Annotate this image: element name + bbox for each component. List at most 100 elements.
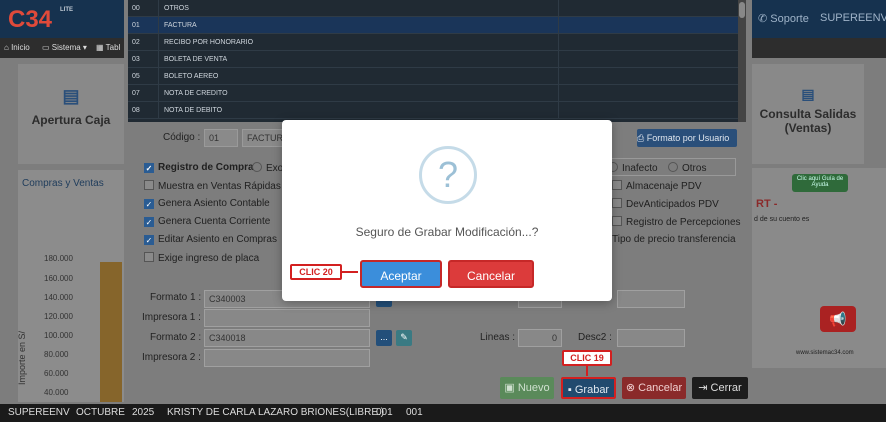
status-footer: SUPEREENV OCTUBRE 2025 KRISTY DE CARLA L… xyxy=(0,404,886,422)
chart-ylabel: Importe en S/ xyxy=(17,330,27,385)
save-icon: ▪ xyxy=(567,384,575,396)
codigo-input[interactable]: 01 xyxy=(204,129,238,147)
button-label: Formato por Usuario xyxy=(646,133,730,143)
aceptar-button[interactable]: Aceptar xyxy=(360,260,442,288)
help-guide-badge[interactable]: Clic aquí Guía de Ayuda xyxy=(792,174,848,192)
footer-branch1: 001 xyxy=(376,407,393,418)
menu-item-sistema[interactable]: ▭ Sistema ▾ xyxy=(42,43,87,52)
cancelar-form-button[interactable]: ⊗ Cancelar xyxy=(622,377,686,399)
registro-compra-checkbox[interactable]: ✓ Registro de Compra xyxy=(144,162,254,173)
home-icon: ⌂ xyxy=(4,43,12,52)
formato2-browse-button[interactable]: ... xyxy=(376,330,392,346)
promo-text: d de su cuento es xyxy=(754,216,810,223)
ytick: 80.000 xyxy=(44,350,69,359)
row-code: 08 xyxy=(132,107,140,114)
list-item[interactable]: 03 BOLETA DE VENTA xyxy=(128,51,738,68)
list-item[interactable]: 05 BOLETO AEREO xyxy=(128,68,738,85)
hidden-field-far-right[interactable] xyxy=(617,290,685,308)
otros-radio[interactable]: Otros xyxy=(668,162,706,174)
formato2-edit-button[interactable]: ✎ xyxy=(396,330,412,346)
cerrar-button[interactable]: ⇥ Cerrar xyxy=(692,377,748,399)
dev-anticipados-checkbox[interactable]: DevAnticipados PDV xyxy=(612,198,719,210)
lineas-input[interactable]: 0 xyxy=(518,329,562,347)
checkbox-label: Genera Asiento Contable xyxy=(158,198,270,209)
menu-label: Tabl xyxy=(105,43,121,52)
ytick: 180.000 xyxy=(44,254,73,263)
list-item[interactable]: 00 OTROS xyxy=(128,0,738,17)
genera-asiento-checkbox[interactable]: ✓ Genera Asiento Contable xyxy=(144,198,270,209)
lineas-label: Lineas : xyxy=(480,332,516,343)
radio-label: Otros xyxy=(682,163,707,174)
checkbox-label: DevAnticipados PDV xyxy=(626,199,719,210)
list-item[interactable]: 07 NOTA DE CREDITO xyxy=(128,85,738,102)
card-apertura-caja[interactable]: ▤ Apertura Caja xyxy=(18,64,124,164)
chart-title: Compras y Ventas xyxy=(22,178,104,189)
checkbox-label: Registro de Compra xyxy=(158,162,254,173)
formato-usuario-button[interactable]: ⎙ Formato por Usuario xyxy=(637,129,737,147)
footer-company: KRISTY DE CARLA LAZARO BRIONES(LIBRE.) xyxy=(167,407,385,418)
checkbox-label: Registro de Percepciones xyxy=(626,217,741,228)
checkbox-label: Muestra en Ventas Rápidas xyxy=(158,181,281,192)
card-label: Apertura Caja xyxy=(31,113,111,127)
row-code: 07 xyxy=(132,90,140,97)
scrollbar-thumb[interactable] xyxy=(739,2,745,18)
button-label: Grabar xyxy=(574,384,610,396)
impresora1-input[interactable] xyxy=(204,309,370,327)
row-name: BOLETO AEREO xyxy=(164,73,219,80)
exit-icon: ⇥ xyxy=(698,382,711,394)
editar-asiento-checkbox[interactable]: ✓ Editar Asiento en Compras xyxy=(144,234,277,245)
header-user[interactable]: SUPEREENV xyxy=(820,12,886,24)
footer-branch2: 001 xyxy=(406,407,423,418)
checkbox-label: Almacenaje PDV xyxy=(626,181,702,192)
formato1-label: Formato 1 : xyxy=(150,292,202,303)
impresora1-label: Impresora 1 : xyxy=(142,312,201,323)
inafecto-radio[interactable]: Inafecto xyxy=(608,162,658,174)
cancel-icon: ⊗ xyxy=(625,382,639,394)
annotation-arrow xyxy=(342,271,358,273)
table-icon: ▦ xyxy=(96,43,106,52)
row-code: 00 xyxy=(132,5,140,12)
row-code: 01 xyxy=(132,22,140,29)
checkbox-label: Exige ingreso de placa xyxy=(158,253,260,264)
footer-year: 2025 xyxy=(132,407,155,418)
printer-icon: ⎙ xyxy=(637,133,647,143)
registro-percepciones-checkbox[interactable]: Registro de Percepciones xyxy=(612,216,741,228)
card-consulta-salidas[interactable]: ▤ Consulta Salidas (Ventas) xyxy=(752,64,864,164)
impresora2-input[interactable] xyxy=(204,349,370,367)
logo-badge: LITE xyxy=(60,7,73,13)
muestra-ventas-checkbox[interactable]: Muestra en Ventas Rápidas xyxy=(144,180,281,192)
list-item[interactable]: 08 NOTA DE DEBITO xyxy=(128,102,738,119)
formato2-input[interactable]: C340018 xyxy=(204,329,370,347)
checkbox-label: Editar Asiento en Compras xyxy=(158,234,277,245)
annotation-clic19: CLIC 19 xyxy=(562,350,612,366)
dialog-message: Seguro de Grabar Modificación...? xyxy=(355,225,539,239)
exige-placa-checkbox[interactable]: Exige ingreso de placa xyxy=(144,252,259,264)
megaphone-icon: 📢 xyxy=(820,306,856,332)
cancelar-dialog-button[interactable]: Cancelar xyxy=(448,260,534,288)
menu-item-tablas[interactable]: ▦ Tabl xyxy=(96,43,120,52)
genera-cuenta-checkbox[interactable]: ✓ Genera Cuenta Corriente xyxy=(144,216,270,227)
list-scrollbar[interactable] xyxy=(738,0,746,122)
row-name: OTROS xyxy=(164,5,189,12)
list-item[interactable]: 02 RECIBO POR HONORARIO xyxy=(128,34,738,51)
footer-user: SUPEREENV xyxy=(8,407,70,418)
nuevo-button[interactable]: ▣ Nuevo xyxy=(500,377,554,399)
new-doc-icon: ▣ xyxy=(504,382,518,394)
ytick: 120.000 xyxy=(44,312,73,321)
document-type-list[interactable]: 00 OTROS 01 FACTURA 02 RECIBO POR HONORARIO… xyxy=(128,0,738,122)
list-item-selected[interactable]: 01 FACTURA xyxy=(128,17,738,34)
grabar-button[interactable]: ▪ Grabar xyxy=(561,377,616,399)
tipo-precio-label: Tipo de precio transferencia xyxy=(612,234,736,245)
almacenaje-checkbox[interactable]: Almacenaje PDV xyxy=(612,180,702,192)
ytick: 140.000 xyxy=(44,293,73,302)
support-link[interactable]: ✆ Soporte xyxy=(758,12,809,25)
register-icon: ▤ xyxy=(62,86,80,106)
menu-label: Sistema ▾ xyxy=(51,43,87,52)
button-label: Nuevo xyxy=(517,382,550,394)
row-name: NOTA DE CREDITO xyxy=(164,90,228,97)
row-name: NOTA DE DEBITO xyxy=(164,107,223,114)
codigo-label: Código : xyxy=(163,132,201,143)
menu-item-inicio[interactable]: ⌂ Inicio xyxy=(4,43,30,52)
app-logo[interactable]: C34 xyxy=(8,6,52,34)
desc2-input[interactable] xyxy=(617,329,685,347)
